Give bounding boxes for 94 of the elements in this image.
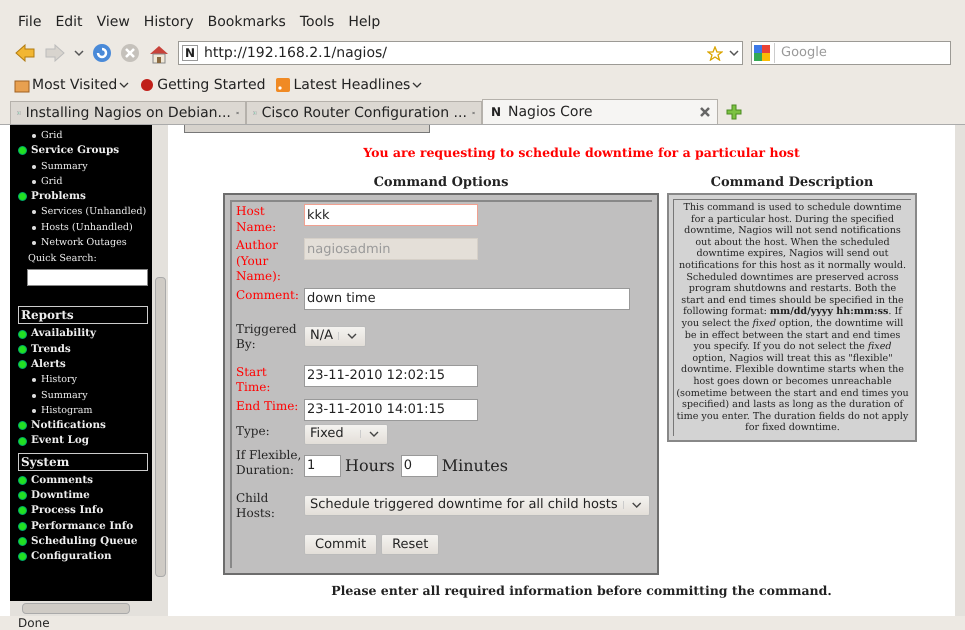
field-label: Start Time: — [236, 364, 272, 396]
dropdown[interactable]: Fixed — [304, 424, 388, 444]
unit-label: Minutes — [442, 454, 508, 476]
sidebar-link[interactable]: Alerts — [31, 356, 66, 372]
field-label: If Flexible, Duration: — [236, 448, 302, 478]
bookmark-item[interactable]: Getting Started — [139, 74, 266, 96]
section-header: Reports — [18, 306, 148, 324]
menu-item[interactable]: Bookmarks — [208, 12, 286, 32]
search-engine-icon[interactable] — [754, 45, 770, 61]
form-button[interactable]: Commit — [304, 534, 378, 554]
bullet-icon — [32, 164, 36, 169]
sidebar-link[interactable]: Grid — [41, 128, 62, 144]
sidebar-link[interactable]: Performance Info — [31, 518, 134, 534]
bullet-icon — [32, 408, 36, 413]
menu-item[interactable]: File — [18, 12, 42, 32]
input-field[interactable]: kkk — [304, 204, 478, 226]
address-bar[interactable]: N http://192.168.2.1/nagios/ — [178, 41, 743, 65]
sidebar-link[interactable]: Histogram — [41, 402, 93, 418]
page-title: You are requesting to schedule downtime for a particular host — [363, 145, 800, 161]
dropdown[interactable]: Schedule triggered downtime for all child hosts — [304, 494, 650, 516]
field-label: Author (Your Name): — [236, 238, 282, 284]
sidebar-link[interactable]: Scheduling Queue — [31, 534, 138, 550]
sidebar-link[interactable]: Summary — [41, 388, 88, 403]
input-field[interactable]: 1 — [304, 454, 341, 476]
input-field[interactable]: 0 — [400, 454, 438, 476]
menu-item[interactable]: View — [96, 12, 130, 32]
bullet-icon — [32, 210, 36, 214]
section-title: Command Description — [710, 175, 874, 191]
sidebar-link[interactable]: Configuration — [31, 549, 112, 565]
caret-icon — [412, 81, 422, 89]
feed-icon — [275, 77, 292, 93]
back-arrow-icon[interactable] — [14, 43, 36, 63]
section-title: Command Options — [372, 175, 510, 191]
field-label: Comment: — [236, 288, 300, 303]
sidebar-link[interactable]: Hosts (Unhandled) — [41, 220, 133, 236]
bullet-icon — [32, 226, 36, 230]
sidebar-link[interactable]: Service Groups — [31, 143, 120, 159]
bookmark-item[interactable]: Latest Headlines — [275, 74, 422, 96]
sidebar-link[interactable]: Notifications — [31, 418, 106, 434]
sidebar-link[interactable]: Problems — [31, 189, 86, 204]
sidebar-link[interactable]: Summary — [41, 158, 88, 174]
bullet-icon — [32, 180, 36, 184]
close-icon[interactable] — [699, 106, 711, 118]
dropdown[interactable]: N/A — [304, 326, 366, 346]
field-label: Child Hosts: — [236, 490, 276, 522]
star-icon[interactable] — [707, 46, 723, 60]
section-header: System — [18, 452, 148, 471]
description-text: This command is used to schedule downtime for a particular host. During the specified downtime, Nagios will not send notifications out about the host. When the scheduled downtime expires, Nagios will send out notifications for this host as it normally would. Scheduled downtimes are preserved across program shutdowns and restarts. Both the start and end times should be specified in the following format: mm/dd/yyyy hh:mm:ss. If you select the fixed option, the downtime will be in effect between the start and end times you specify. If you do not select the fixed option, Nagios will treat this as "flexible" downtime. Flexible downtime starts when the host goes down or becomes unreachable (sometime between the start and end times you specified) and lasts as long as the duration of time you enter. The duration fields do not apply for fixed downtime. — [673, 199, 911, 436]
sidebar-link[interactable]: Process Info — [31, 503, 104, 519]
bullet-icon — [32, 241, 36, 246]
sidebar-link[interactable]: Availability — [31, 326, 96, 342]
menu-item[interactable]: History — [144, 12, 194, 32]
caret-icon[interactable] — [74, 49, 84, 57]
quick-search-field[interactable] — [27, 269, 148, 286]
form-button[interactable]: Reset — [381, 534, 440, 554]
field-label: Host Name: — [236, 204, 278, 235]
menu-item[interactable]: Tools — [300, 12, 334, 32]
bullet-icon — [32, 134, 36, 138]
menu-item[interactable]: Help — [348, 12, 380, 32]
bullet-icon — [32, 378, 36, 382]
sidebar-link[interactable]: Services (Unhandled) — [41, 204, 146, 220]
sidebar-link[interactable]: Grid — [41, 174, 62, 190]
site-icon: N — [489, 103, 503, 121]
sidebar-link[interactable]: Downtime — [31, 488, 90, 504]
sidebar-link[interactable]: Event Log — [31, 433, 90, 449]
field-label: Triggered By: — [236, 322, 298, 352]
scrollbar[interactable] — [152, 125, 168, 601]
scrollbar[interactable] — [10, 601, 168, 616]
bullet-icon — [32, 394, 36, 398]
caret-icon — [119, 81, 130, 89]
stop-icon[interactable] — [120, 43, 140, 63]
bug-icon — [139, 77, 156, 93]
field-label: End Time: — [236, 398, 300, 414]
caret-icon[interactable] — [729, 49, 739, 57]
reload-icon[interactable] — [92, 43, 112, 63]
sidebar-link[interactable]: Comments — [31, 472, 94, 488]
scrollbar[interactable] — [955, 125, 965, 616]
field-label: Type: — [236, 424, 271, 439]
menu-item[interactable]: Edit — [55, 12, 83, 32]
sidebar-link[interactable]: History — [41, 372, 77, 388]
input-field[interactable]: 23-11-2010 12:02:15 — [304, 364, 478, 386]
sidebar-link[interactable]: Trends — [31, 342, 71, 357]
input-field[interactable]: down time — [304, 288, 630, 310]
plus-icon[interactable] — [726, 104, 742, 120]
site-icon: N — [182, 45, 198, 61]
browser-tab[interactable]: Cisco Router Configuration ... — [246, 101, 482, 124]
search-label: Quick Search: — [27, 252, 98, 266]
sidebar-link[interactable]: Network Outages — [41, 235, 127, 250]
input-field[interactable]: 23-11-2010 14:01:15 — [304, 398, 478, 420]
unit-label: Hours — [345, 454, 395, 476]
footer-note: Please enter all required information before committing the command. — [331, 582, 832, 598]
browser-tab[interactable]: Installing Nagios on Debian... — [10, 101, 246, 124]
bookmark-item[interactable]: Most Visited — [14, 74, 130, 96]
browser-tab[interactable]: N Nagios Core — [482, 99, 718, 124]
